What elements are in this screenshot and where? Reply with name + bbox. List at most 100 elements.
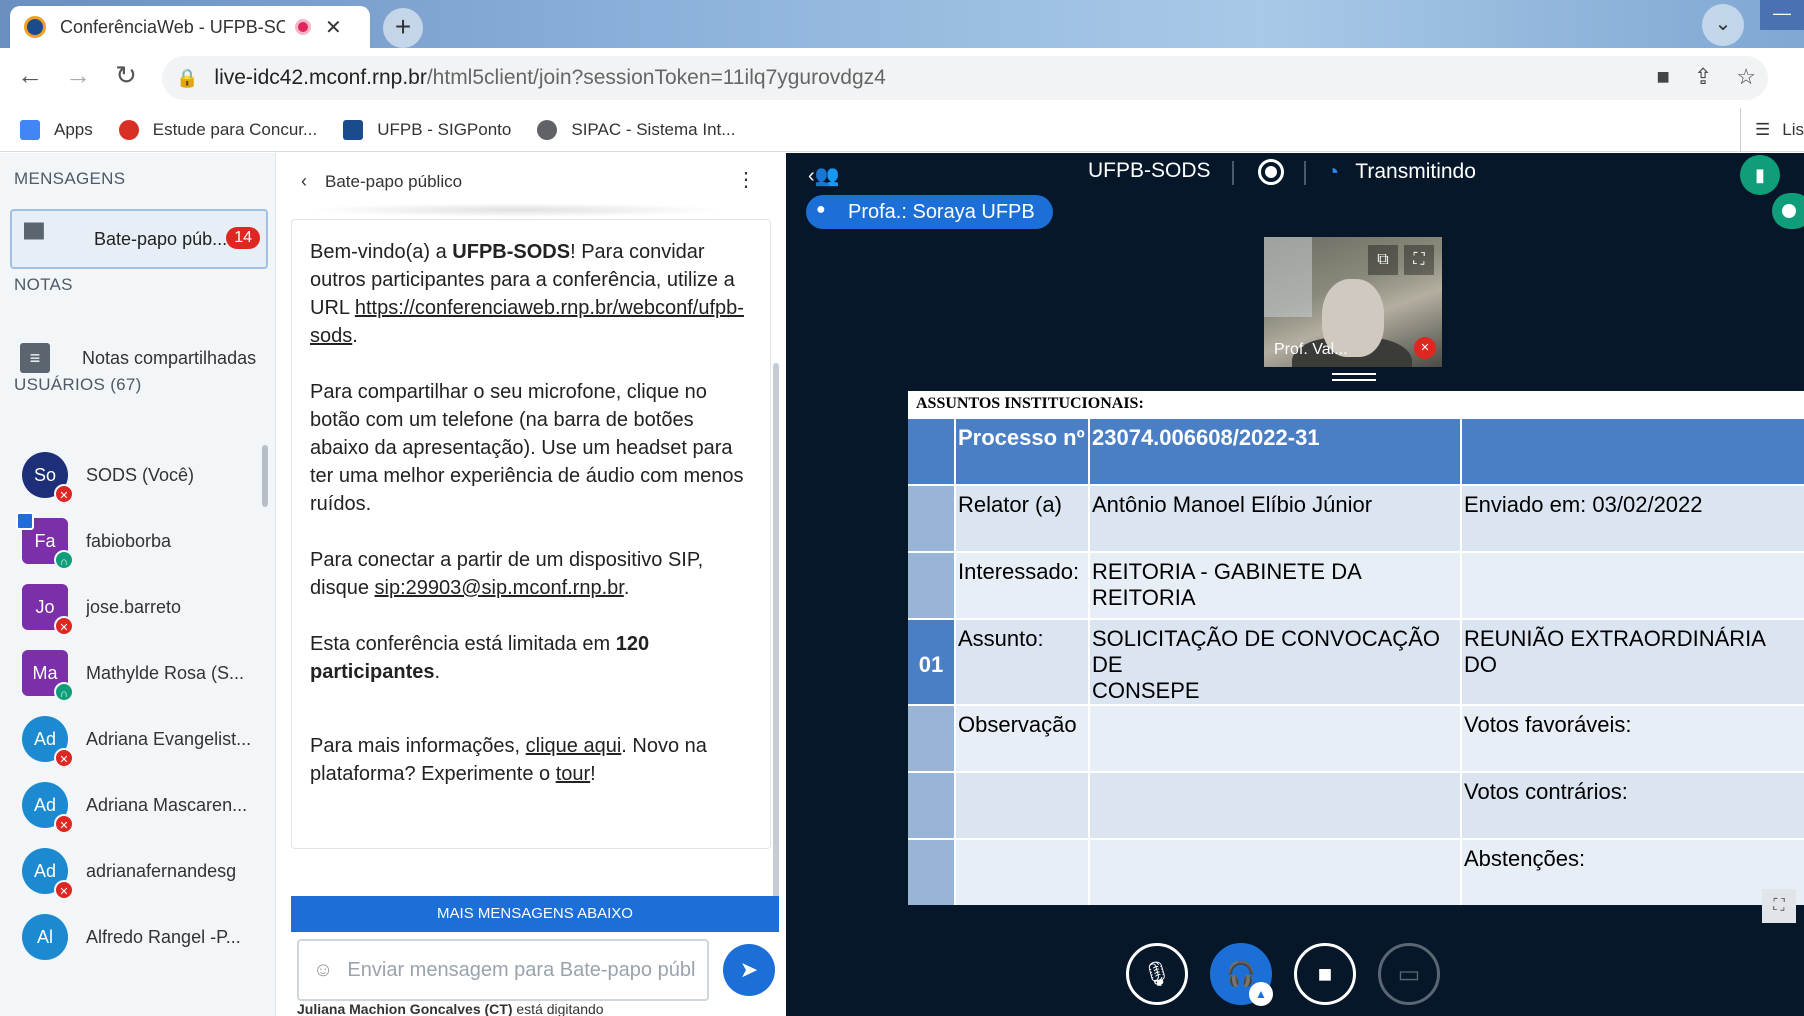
more-info-link[interactable]: clique aqui xyxy=(526,735,622,757)
share-icon[interactable]: ⇪ xyxy=(1694,64,1712,90)
muted-mic-icon: ✕ xyxy=(54,748,74,768)
chat-header[interactable]: ‹ Bate-papo público xyxy=(301,171,462,192)
table-row: Abstenções: xyxy=(908,840,1804,905)
item-number-cell xyxy=(908,553,956,618)
recording-icon xyxy=(295,19,311,35)
toggle-userlist-icon[interactable]: ‹👥 xyxy=(808,163,840,188)
muted-mic-icon: ✕ xyxy=(54,814,74,834)
chat-options-icon[interactable]: ⋮ xyxy=(736,167,756,192)
table-row: Processo nº 23074.006608/2022-31 xyxy=(908,419,1804,484)
user-list-item[interactable]: Fa ∩ fabioborba xyxy=(16,511,262,571)
webcam-video[interactable]: ⧉ ⛶ Prof. Val... ✕ xyxy=(1264,237,1442,367)
browser-tab[interactable]: ConferênciaWeb - UFPB-SOI ✕ xyxy=(10,6,370,48)
reload-icon[interactable]: ↻ xyxy=(108,60,144,91)
table-cell: Relator (a) xyxy=(956,486,1090,551)
microphone-icon: ● xyxy=(816,201,826,218)
chat-bubble-icon: ▀ xyxy=(24,223,44,254)
forward-icon[interactable]: → xyxy=(60,60,96,91)
toggle-camera-button[interactable]: ■ xyxy=(1294,943,1356,1005)
tab-search-button[interactable]: ⌄ xyxy=(1702,4,1744,46)
fullscreen-icon[interactable]: ⛶ xyxy=(1404,245,1434,275)
more-messages-button[interactable]: MAIS MENSAGENS ABAIXO xyxy=(291,896,779,932)
welcome-paragraph: Bem-vindo(a) a UFPB-SODS! Para convidar … xyxy=(310,241,744,347)
user-list-item[interactable]: Ad ✕ Adriana Mascaren... xyxy=(22,775,262,835)
reading-list-button[interactable]: ☰ Lis xyxy=(1740,108,1804,152)
table-cell: SOLICITAÇÃO DE CONVOCAÇÃO DE CONSEPE xyxy=(1090,620,1462,704)
item-number-cell xyxy=(908,486,956,551)
sidebar-scrollbar[interactable] xyxy=(262,445,268,507)
popout-icon[interactable]: ⧉ xyxy=(1368,245,1398,275)
bookmark-estude[interactable]: Estude para Concur... xyxy=(118,119,317,140)
close-tab-icon[interactable]: ✕ xyxy=(325,15,342,40)
user-list-item[interactable]: Ad ✕ adrianafernandesg xyxy=(22,841,262,901)
mute-microphone-button[interactable]: 🎙 xyxy=(1126,943,1188,1005)
avatar: Ad ✕ xyxy=(22,782,74,834)
message-input[interactable] xyxy=(347,958,707,982)
talking-indicator[interactable]: ● Profa.: Soraya UFPB xyxy=(806,195,1053,229)
audio-options-button[interactable]: 🎧 ▲ xyxy=(1210,943,1273,1006)
table-cell xyxy=(1462,419,1804,484)
presentation-slide: ASSUNTOS INSTITUCIONAIS: Processo nº 2307… xyxy=(908,391,1804,905)
user-list-item[interactable]: So ✕ SODS (Você) xyxy=(22,445,262,505)
camera-in-use-icon[interactable]: ■ xyxy=(1657,64,1670,90)
webcam-resize-handle[interactable] xyxy=(1332,373,1376,381)
bookmark-star-icon[interactable]: ☆ xyxy=(1736,64,1756,90)
tour-link[interactable]: tour xyxy=(556,763,590,785)
sip-link[interactable]: sip:29903@sip.mconf.rnp.br xyxy=(375,577,624,599)
table-cell xyxy=(1090,773,1462,838)
item-number-cell: 01 xyxy=(908,620,956,704)
item-number-cell xyxy=(908,419,956,484)
wifi-icon: ◔ xyxy=(1326,159,1340,184)
table-cell: Processo nº xyxy=(956,419,1090,484)
chevron-left-icon[interactable]: ‹ xyxy=(301,171,307,192)
user-name: adrianafernandesg xyxy=(86,860,237,881)
browser-toolbar: ← → ↻ 🔒 live-idc42.mconf.rnp.br/html5cli… xyxy=(0,48,1804,108)
camera-off-icon: ■ xyxy=(1317,961,1333,988)
scroll-shadow xyxy=(307,203,727,217)
chevron-up-icon[interactable]: ▲ xyxy=(1249,982,1273,1006)
browser-tab-strip: ConferênciaWeb - UFPB-SOI ✕ + ⌄ — xyxy=(0,0,1804,48)
bookmark-sigponto[interactable]: UFPB - SIGPonto xyxy=(343,119,511,140)
divider xyxy=(1304,161,1306,185)
user-list-item[interactable]: Ma ∩ Mathylde Rosa (S... xyxy=(22,643,262,703)
emoji-icon[interactable]: ☺ xyxy=(313,959,333,982)
slide-fullscreen-icon[interactable]: ⛶ xyxy=(1762,889,1796,923)
minimize-window-button[interactable]: — xyxy=(1760,0,1804,30)
new-tab-button[interactable]: + xyxy=(383,8,423,48)
invite-url-link[interactable]: https://conferenciaweb.rnp.br/webconf/uf… xyxy=(310,297,744,347)
connection-status-button[interactable]: ▮ xyxy=(1740,155,1780,195)
send-icon: ➤ xyxy=(739,957,759,982)
table-row: Votos contrários: xyxy=(908,773,1804,838)
user-list-item[interactable]: Ad ✕ Adriana Evangelist... xyxy=(22,709,262,769)
notes-section-title: NOTAS xyxy=(14,275,73,294)
shared-notes-item[interactable]: ≡ Notas compartilhadas xyxy=(20,343,256,373)
muted-mic-icon: ✕ xyxy=(1414,337,1436,359)
table-row: Observação Votos favoráveis: xyxy=(908,706,1804,771)
screen-share-icon: ▭ xyxy=(1397,961,1421,988)
user-name: SODS (Você) xyxy=(86,464,195,485)
address-bar[interactable]: 🔒 live-idc42.mconf.rnp.br/html5client/jo… xyxy=(162,56,1768,100)
estude-favicon-icon xyxy=(118,119,139,140)
user-list-item[interactable]: Al Alfredo Rangel -P... xyxy=(22,907,262,967)
presentation-toggle-button[interactable] xyxy=(1772,193,1804,229)
share-screen-button[interactable]: ▭ xyxy=(1378,943,1440,1005)
info-paragraph: Para mais informações, clique aqui. Novo… xyxy=(310,735,707,785)
chat-scrollbar[interactable] xyxy=(773,363,779,913)
webcam-user-name[interactable]: Prof. Val... xyxy=(1274,341,1348,359)
send-message-button[interactable]: ➤ xyxy=(723,944,775,996)
back-icon[interactable]: ← xyxy=(12,60,48,91)
table-cell xyxy=(1090,840,1462,905)
bookmark-apps[interactable]: Apps xyxy=(20,119,93,140)
recording-indicator-icon[interactable] xyxy=(1258,159,1284,185)
user-list-item[interactable]: Jo ✕ jose.barreto xyxy=(22,577,262,637)
conference-app: MENSAGENS ▀ Bate-papo púb... 14 NOTAS ≡ … xyxy=(0,153,1804,1016)
welcome-message: Bem-vindo(a) a UFPB-SODS! Para convidar … xyxy=(291,219,771,849)
bookmark-sipac[interactable]: SIPAC - Sistema Int... xyxy=(537,119,735,140)
table-cell: REITORIA - GABINETE DA REITORIA xyxy=(1090,553,1462,618)
message-input-box[interactable]: ☺ xyxy=(297,939,709,1001)
users-section-title: USUÁRIOS (67) xyxy=(14,375,142,394)
public-chat-item[interactable]: ▀ Bate-papo púb... 14 xyxy=(10,209,268,269)
microphone-paragraph: Para compartilhar o seu microfone, cliqu… xyxy=(310,381,744,515)
item-number-cell xyxy=(908,840,956,905)
table-cell: Antônio Manoel Elíbio Júnior xyxy=(1090,486,1462,551)
